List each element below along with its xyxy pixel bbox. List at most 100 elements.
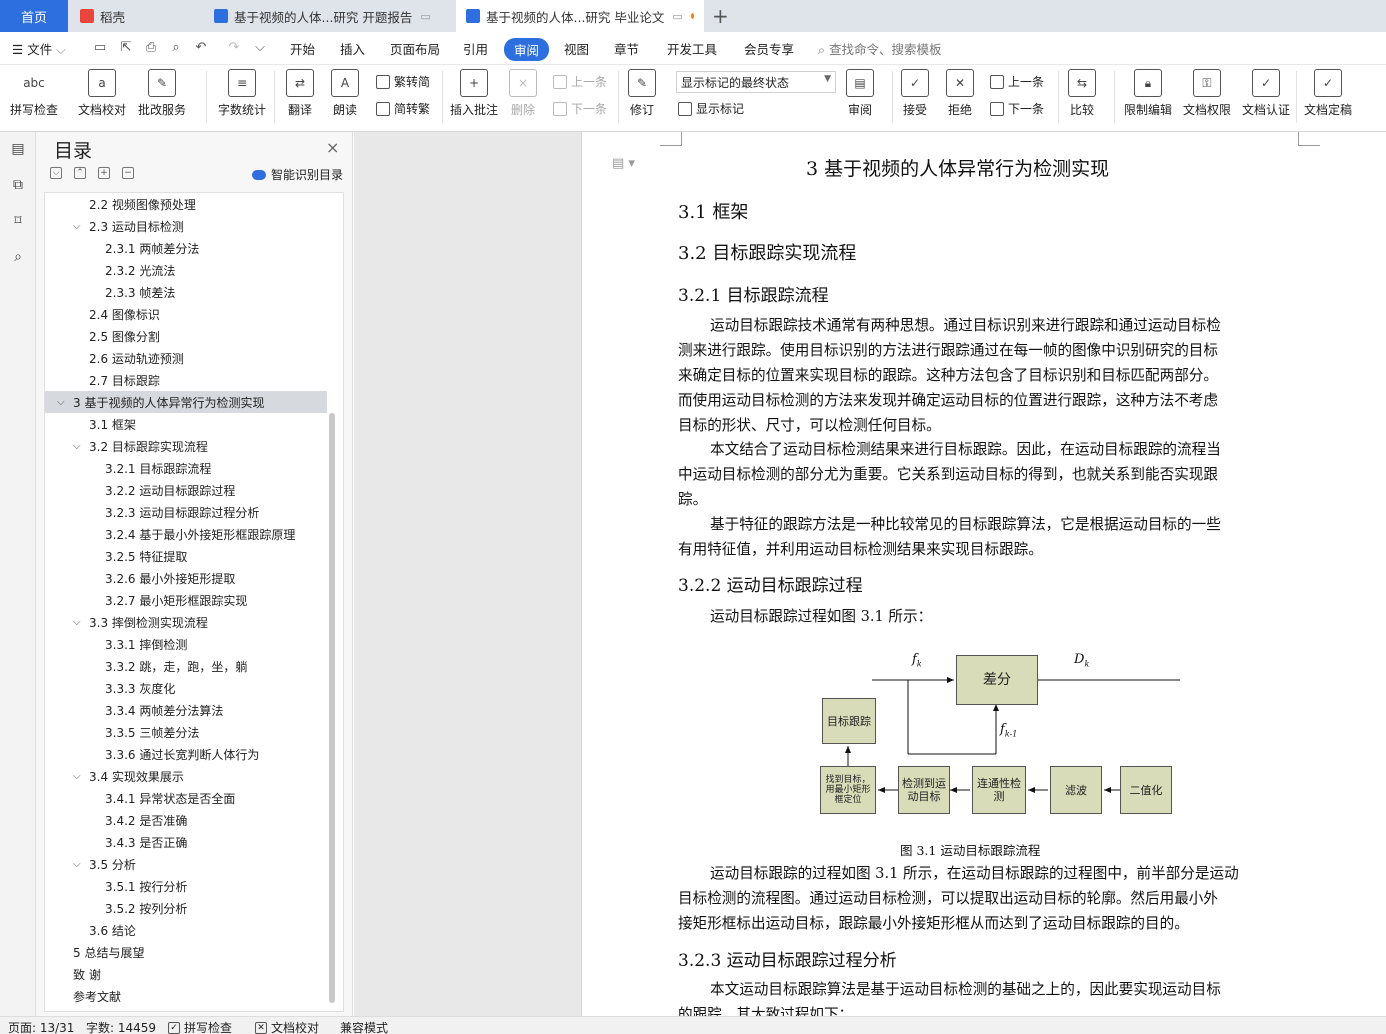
add-heading-icon[interactable]: + bbox=[98, 167, 110, 179]
toc-item[interactable]: 3.3.1 摔倒检测 bbox=[45, 633, 327, 655]
toc-item[interactable]: 3.4.2 是否准确 bbox=[45, 809, 327, 831]
wordcount-button[interactable]: ≡ 字数统计 bbox=[218, 69, 266, 118]
prev-comment-button[interactable]: 上一条 bbox=[553, 73, 607, 90]
simp-to-trad-button[interactable]: 简转繁 bbox=[376, 100, 430, 117]
toc-item[interactable]: ⌵ 3.2 目标跟踪实现流程 bbox=[45, 435, 327, 457]
translate-button[interactable]: ⇄ 翻译 bbox=[286, 69, 314, 118]
toc-item[interactable]: 3.2.6 最小外接矩形提取 bbox=[45, 567, 327, 589]
chevron-down-icon[interactable]: ⌵ bbox=[73, 441, 81, 452]
next-change-button[interactable]: 下一条 bbox=[990, 100, 1044, 117]
accept-button[interactable]: ✓ 接受 bbox=[901, 69, 929, 118]
proofread-toggle[interactable]: ✕ 文档校对 bbox=[255, 1019, 319, 1034]
toc-item[interactable]: 2.4 图像标识 bbox=[45, 303, 327, 325]
toc-item[interactable]: ⌵ 3.4 实现效果展示 bbox=[45, 765, 327, 787]
toc-item[interactable]: 3.3.5 三帧差分法 bbox=[45, 721, 327, 743]
undo-icon[interactable]: ↶ bbox=[193, 40, 209, 56]
reject-button[interactable]: ✕ 拒绝 bbox=[946, 69, 974, 118]
compare-button[interactable]: ⇆ 比较 bbox=[1068, 69, 1096, 118]
doc-permission-button[interactable]: ⚿ 文档权限 bbox=[1183, 69, 1231, 118]
word-count[interactable]: 字数: 14459 bbox=[86, 1019, 156, 1034]
toc-item[interactable]: 2.3.3 帧差法 bbox=[45, 281, 327, 303]
menu-start[interactable]: 开始 bbox=[290, 39, 315, 58]
toc-item[interactable]: 2.6 运动轨迹预测 bbox=[45, 347, 327, 369]
print-icon[interactable]: ⎙ bbox=[143, 40, 159, 56]
toc-item[interactable]: 2.7 目标跟踪 bbox=[45, 369, 327, 391]
trad-to-simp-button[interactable]: 繁转简 bbox=[376, 73, 430, 90]
chevron-down-icon[interactable]: ⌵ bbox=[73, 617, 81, 628]
track-changes-button[interactable]: ✎ 修订 bbox=[628, 69, 656, 118]
menu-insert[interactable]: 插入 bbox=[340, 39, 365, 58]
toc-item[interactable]: 参考文献 bbox=[45, 985, 327, 1007]
bookmark-icon[interactable]: ⌑ bbox=[9, 212, 27, 230]
proofread-button[interactable]: a 文档校对 bbox=[78, 69, 126, 118]
toc-item[interactable]: 3.3.4 两帧差分法算法 bbox=[45, 699, 327, 721]
next-comment-button[interactable]: 下一条 bbox=[553, 100, 607, 117]
expand-all-icon[interactable]: ⌵ bbox=[50, 167, 62, 179]
paragraph-menu-icon[interactable]: ▤ ▾ bbox=[612, 156, 635, 171]
read-aloud-button[interactable]: A 朗读 bbox=[331, 69, 359, 118]
remove-heading-icon[interactable]: − bbox=[122, 167, 134, 179]
export-icon[interactable]: ⇱ bbox=[118, 40, 134, 56]
toc-item[interactable]: 2.5 图像分割 bbox=[45, 325, 327, 347]
file-menu[interactable]: ☰ 文件 ⌵ bbox=[12, 39, 66, 58]
command-search[interactable]: ⌕ 查找命令、搜索模板 bbox=[818, 39, 942, 58]
menu-view[interactable]: 视图 bbox=[564, 39, 589, 58]
chevron-down-icon[interactable]: ⌵ bbox=[57, 397, 65, 408]
scrollbar[interactable] bbox=[329, 413, 335, 1003]
markup-state-select[interactable]: 显示标记的最终状态 ▼ bbox=[676, 71, 836, 93]
redo-icon[interactable]: ↷ bbox=[226, 40, 242, 56]
toc-item[interactable]: 2.3.2 光流法 bbox=[45, 259, 327, 281]
toc-item[interactable]: 3.1 框架 bbox=[45, 413, 327, 435]
delete-comment-button[interactable]: × 删除 bbox=[509, 69, 537, 118]
doc-certify-button[interactable]: ✓ 文档认证 bbox=[1242, 69, 1290, 118]
toc-item[interactable]: 3.2.2 运动目标跟踪过程 bbox=[45, 479, 327, 501]
toc-item[interactable]: ⌵ 2.3 运动目标检测 bbox=[45, 215, 327, 237]
toc-item[interactable]: 2.3.1 两帧差分法 bbox=[45, 237, 327, 259]
tab-thesis[interactable]: 基于视频的人体...研究 毕业论文 ▭ bbox=[456, 0, 704, 32]
document-page[interactable]: ▤ ▾ 3 基于视频的人体异常行为检测实现 3.1 框架 3.2 目标跟踪实现流… bbox=[581, 132, 1386, 1023]
tab-proposal[interactable]: 基于视频的人体...研究 开题报告 ▭ bbox=[204, 0, 454, 32]
toc-item[interactable]: 3.5.2 按列分析 bbox=[45, 897, 327, 919]
batch-service-button[interactable]: ✎ 批改服务 bbox=[138, 69, 186, 118]
show-markup-button[interactable]: 显示标记 bbox=[678, 100, 744, 117]
toc-item[interactable]: 3.6 结论 bbox=[45, 919, 327, 941]
finalize-button[interactable]: ✓ 文档定稿 bbox=[1304, 69, 1352, 118]
tab-home[interactable]: 首页 bbox=[0, 0, 68, 32]
restrict-edit-button[interactable]: 🔒︎ 限制编辑 bbox=[1124, 69, 1172, 118]
menu-review[interactable]: 审阅 bbox=[504, 38, 550, 61]
window-icon[interactable]: ▭ bbox=[672, 10, 682, 23]
toc-item[interactable]: 3.5.1 按行分析 bbox=[45, 875, 327, 897]
customize-icon[interactable]: ⌵ bbox=[252, 40, 268, 56]
prev-change-button[interactable]: 上一条 bbox=[990, 73, 1044, 90]
menu-developer[interactable]: 开发工具 bbox=[667, 39, 717, 58]
save-icon[interactable]: ▭ bbox=[92, 40, 108, 56]
menu-layout[interactable]: 页面布局 bbox=[390, 39, 440, 58]
toc-item[interactable]: ⌵ 3.5 分析 bbox=[45, 853, 327, 875]
tab-docer[interactable]: 稻壳 bbox=[70, 0, 202, 32]
search-icon[interactable]: ⌕ bbox=[9, 248, 27, 266]
print-preview-icon[interactable]: ⌕ bbox=[168, 40, 184, 56]
toc-item[interactable]: 3.3.2 跳，走，跑，坐，躺 bbox=[45, 655, 327, 677]
toc-item[interactable]: 3.2.3 运动目标跟踪过程分析 bbox=[45, 501, 327, 523]
chevron-down-icon[interactable]: ⌵ bbox=[73, 859, 81, 870]
new-tab-button[interactable]: + bbox=[712, 4, 729, 28]
toc-item[interactable]: 3.4.3 是否正确 bbox=[45, 831, 327, 853]
toc-item[interactable]: 3.2.7 最小矩形框跟踪实现 bbox=[45, 589, 327, 611]
toc-item[interactable]: 3.2.1 目标跟踪流程 bbox=[45, 457, 327, 479]
chapter-nav-icon[interactable]: ⧉ bbox=[9, 176, 27, 194]
collapse-all-icon[interactable]: ⌃ bbox=[74, 167, 86, 179]
menu-chapter[interactable]: 章节 bbox=[614, 39, 639, 58]
toc-item[interactable]: 3.2.5 特征提取 bbox=[45, 545, 327, 567]
toc-item[interactable]: 3.3.3 灰度化 bbox=[45, 677, 327, 699]
toc-item[interactable]: 5 总结与展望 bbox=[45, 941, 327, 963]
toc-icon[interactable]: ▤ bbox=[9, 140, 27, 158]
page-indicator[interactable]: 页面: 13/31 bbox=[8, 1019, 74, 1034]
toc-item[interactable]: 3.4.1 异常状态是否全面 bbox=[45, 787, 327, 809]
toc-item[interactable]: ⌵ 3 基于视频的人体异常行为检测实现 bbox=[45, 391, 327, 413]
insert-comment-button[interactable]: + 插入批注 bbox=[450, 69, 498, 118]
window-icon[interactable]: ▭ bbox=[420, 10, 430, 23]
review-pane-button[interactable]: ▤ 审阅 bbox=[846, 69, 874, 118]
toc-item[interactable]: 致 谢 bbox=[45, 963, 327, 985]
menu-references[interactable]: 引用 bbox=[463, 39, 488, 58]
chevron-down-icon[interactable]: ⌵ bbox=[73, 771, 81, 782]
